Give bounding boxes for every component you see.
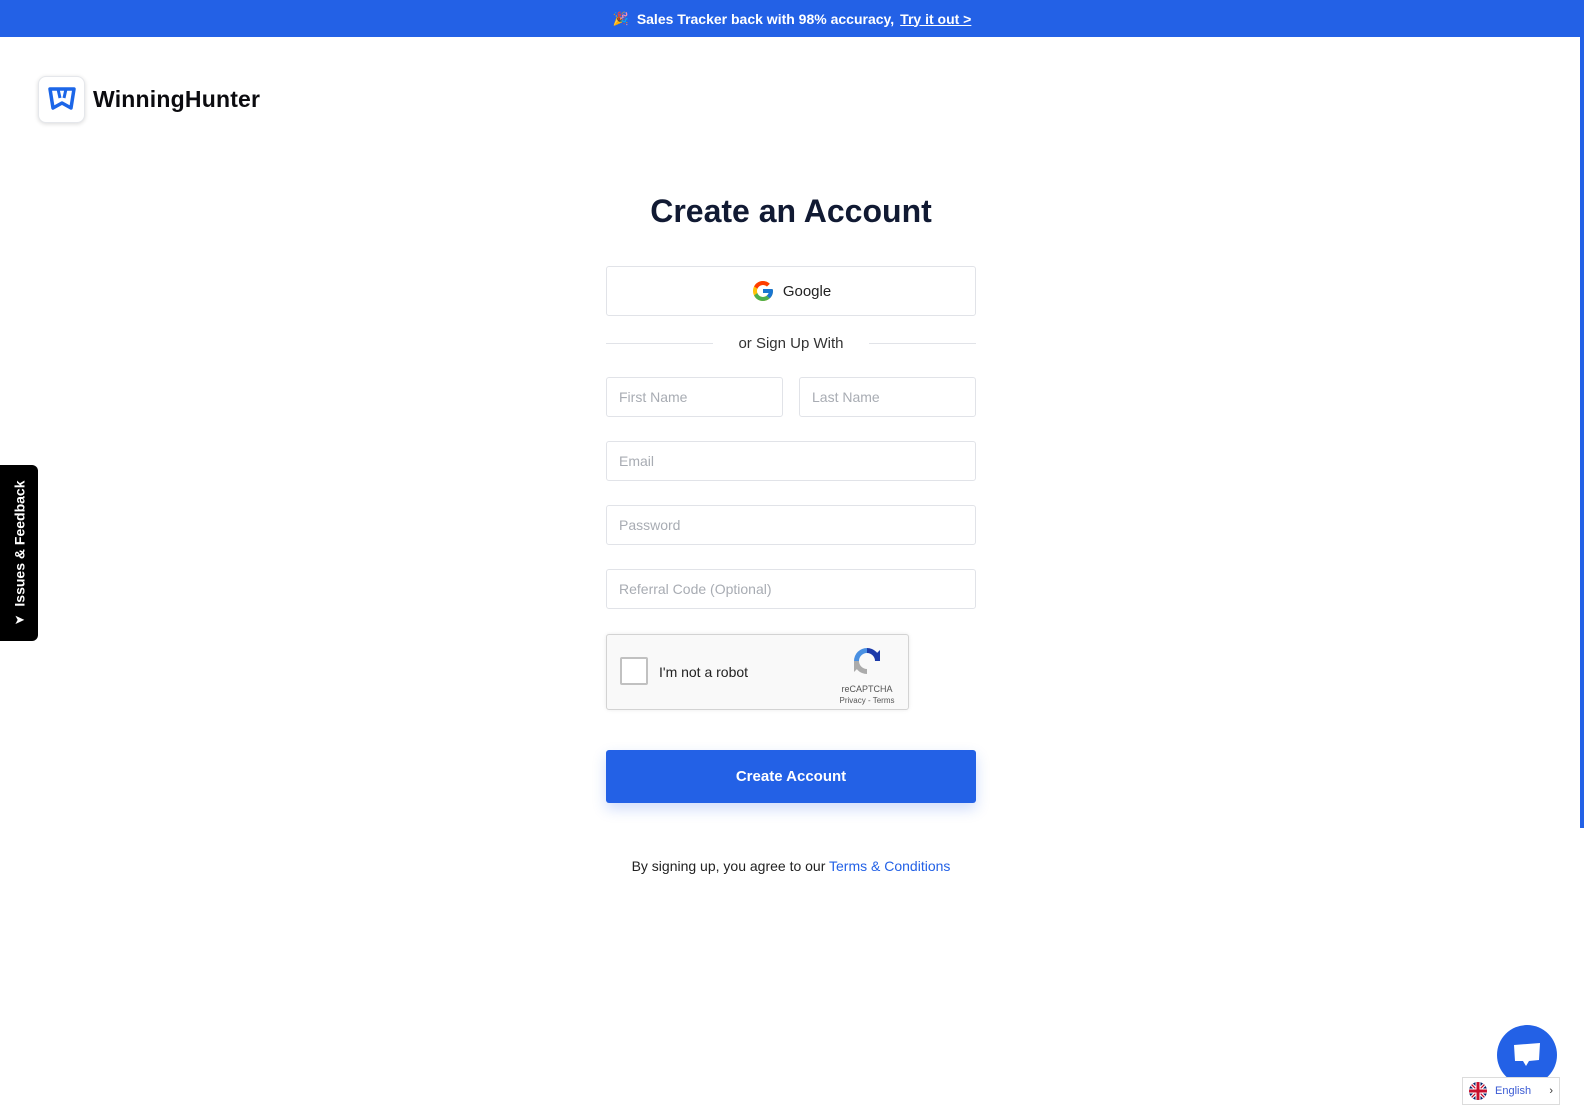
divider-line	[868, 342, 976, 344]
recaptcha-label: I'm not a robot	[659, 664, 749, 680]
chat-bubble-icon	[1514, 1043, 1540, 1066]
first-name-input[interactable]	[606, 377, 783, 417]
recaptcha-checkbox[interactable]	[620, 657, 648, 685]
google-icon	[752, 281, 773, 301]
recaptcha-icon	[854, 648, 880, 674]
divider-line	[606, 342, 713, 344]
divider: or Sign Up With	[606, 333, 976, 353]
recaptcha-separator: -	[865, 696, 873, 705]
recaptcha-terms-link[interactable]: Terms	[873, 696, 895, 705]
terms-notice: By signing up, you agree to our Terms & …	[606, 858, 976, 874]
divider-text: or Sign Up With	[738, 334, 844, 352]
recaptcha-widget: I'm not a robot reCAPTCHA Privacy - Term…	[606, 634, 909, 710]
language-selector[interactable]: English ›	[1462, 1077, 1560, 1105]
chat-button[interactable]	[1497, 1025, 1557, 1085]
password-input[interactable]	[606, 505, 976, 545]
send-arrow-icon: ➤	[13, 612, 25, 628]
last-name-input[interactable]	[799, 377, 976, 417]
scrollbar[interactable]	[1580, 37, 1584, 828]
logo-icon	[38, 76, 85, 123]
create-account-button[interactable]: Create Account	[606, 750, 976, 803]
party-popper-icon: 🎉	[612, 10, 629, 26]
feedback-tab[interactable]: ➤ Issues & Feedback	[0, 465, 38, 641]
email-input[interactable]	[606, 441, 976, 481]
terms-link[interactable]: Terms & Conditions	[829, 858, 950, 874]
feedback-label: Issues & Feedback	[11, 480, 27, 607]
recaptcha-brand: reCAPTCHA	[841, 684, 893, 694]
recaptcha-privacy-link[interactable]: Privacy	[840, 696, 866, 705]
uk-flag-icon	[1469, 1082, 1487, 1100]
google-signin-button[interactable]: Google	[606, 266, 976, 316]
terms-prefix: By signing up, you agree to our	[631, 858, 830, 874]
announcement-banner: 🎉 Sales Tracker back with 98% accuracy, …	[0, 0, 1584, 37]
recaptcha-links: Privacy - Terms	[836, 696, 898, 705]
referral-code-input[interactable]	[606, 569, 976, 609]
recaptcha-logo: reCAPTCHA Privacy - Terms	[836, 645, 898, 705]
banner-try-link[interactable]: Try it out >	[900, 11, 971, 27]
brand-logo[interactable]: WinningHunter	[38, 76, 260, 123]
brand-name: WinningHunter	[93, 86, 261, 112]
banner-text: Sales Tracker back with 98% accuracy,	[636, 10, 895, 27]
language-label: English	[1495, 1085, 1532, 1097]
chevron-right-icon: ›	[1549, 1085, 1553, 1097]
google-label: Google	[782, 282, 832, 300]
page-title: Create an Account	[650, 193, 932, 229]
